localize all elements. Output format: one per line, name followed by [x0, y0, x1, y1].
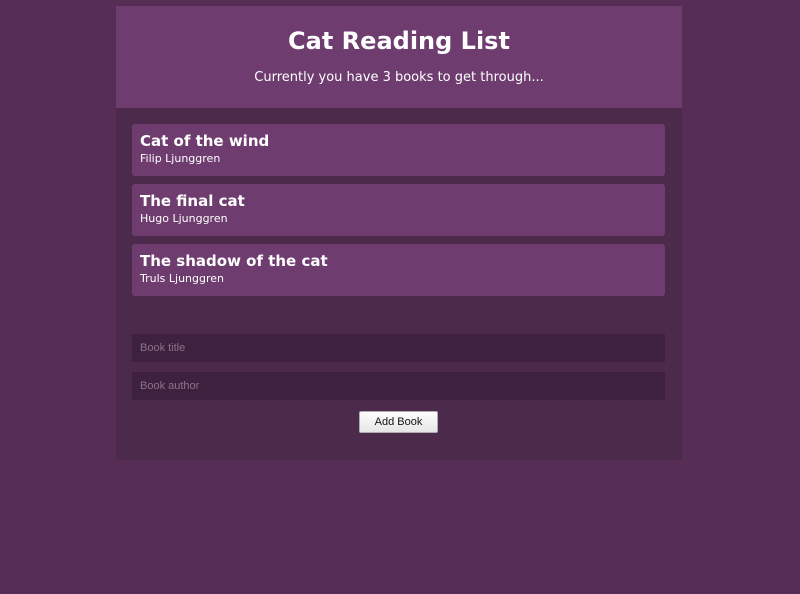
- form-actions: Add Book: [132, 410, 665, 433]
- book-author: Truls Ljunggren: [140, 272, 224, 285]
- book-author-input[interactable]: [132, 372, 665, 400]
- book-title: Cat of the wind: [140, 132, 270, 150]
- book-item-cat-of-the-wind[interactable]: Cat of the wind Filip Ljunggren: [132, 124, 665, 176]
- book-author: Hugo Ljunggren: [140, 212, 228, 225]
- reading-list-app: Cat Reading List Currently you have 3 bo…: [116, 6, 682, 460]
- book-title-input[interactable]: [132, 334, 665, 362]
- book-author: Filip Ljunggren: [140, 152, 221, 165]
- book-count-text: Currently you have 3 books to get throug…: [254, 70, 544, 85]
- add-book-form: Add Book: [132, 334, 665, 433]
- book-title: The final cat: [140, 192, 245, 210]
- book-item-the-shadow-of-the-cat[interactable]: The shadow of the cat Truls Ljunggren: [132, 244, 665, 296]
- add-book-button[interactable]: Add Book: [359, 411, 438, 433]
- book-title: The shadow of the cat: [140, 252, 328, 270]
- navbar: Cat Reading List Currently you have 3 bo…: [116, 6, 682, 108]
- book-item-the-final-cat[interactable]: The final cat Hugo Ljunggren: [132, 184, 665, 236]
- book-list: Cat of the wind Filip Ljunggren The fina…: [132, 124, 665, 304]
- page-title: Cat Reading List: [288, 27, 510, 55]
